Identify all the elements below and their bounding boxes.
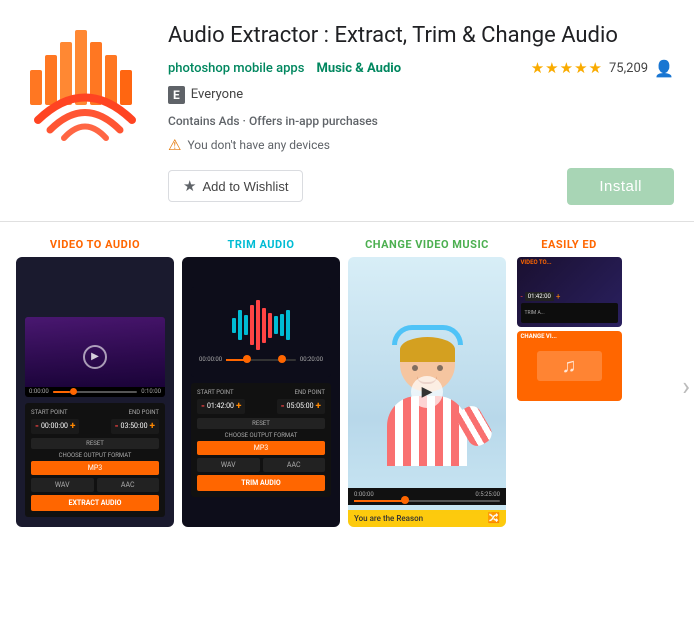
app-header: Audio Extractor : Extract, Trim & Change… <box>0 0 694 222</box>
screenshots-section: VIDEO TO AUDIO ▶ 0:00:00 0:10:00 <box>0 222 694 527</box>
start-point-label-1: START POINT <box>31 409 68 416</box>
screenshot-4: EASILY ED VIDEO TO... TRIM A... - 01:42:… <box>514 238 624 527</box>
star-rating: ★★★★★ <box>531 59 603 77</box>
choose-format-label-1: CHOOSE OUTPUT FORMAT <box>31 452 159 459</box>
app-meta-row: photoshop mobile apps Music & Audio ★★★★… <box>168 59 674 78</box>
screenshots-row: VIDEO TO AUDIO ▶ 0:00:00 0:10:00 <box>0 238 694 527</box>
mp3-btn-1[interactable]: MP3 <box>31 461 159 475</box>
rating-row: ★★★★★ 75,209 👤 <box>531 59 674 78</box>
screenshot-img-3[interactable]: ▶ 0:00:00 0:5:25:00 You are the Reason 🔀 <box>348 257 506 527</box>
warning-icon: ⚠ <box>168 136 181 154</box>
end-point-label-1: END POINT <box>129 409 159 416</box>
app-icon <box>20 20 150 150</box>
screenshot-label-1: VIDEO TO AUDIO <box>50 238 140 251</box>
screenshot-3: CHANGE VIDEO MUSIC <box>348 238 506 527</box>
screenshot-img-2[interactable]: 00:00:00 00:20:00 START POINT END POINT <box>182 257 340 527</box>
rated-icon: 👤 <box>654 59 674 78</box>
app-developer[interactable]: photoshop mobile apps <box>168 61 304 76</box>
song-label: You are the Reason <box>354 514 423 523</box>
title-rating-row: Audio Extractor : Extract, Trim & Change… <box>168 22 674 51</box>
no-devices-text: You don't have any devices <box>187 138 329 152</box>
screenshot-label-2: TRIM AUDIO <box>228 238 295 251</box>
app-title: Audio Extractor : Extract, Trim & Change… <box>168 22 618 51</box>
install-button[interactable]: Install <box>567 168 674 205</box>
app-info: Audio Extractor : Extract, Trim & Change… <box>168 20 674 205</box>
extract-audio-btn-1[interactable]: EXTRACT AUDIO <box>31 495 159 511</box>
mini-label-2: CHANGE VI... <box>521 333 557 340</box>
esrb-label: Everyone <box>191 87 243 102</box>
mini-label-1: VIDEO TO... <box>521 259 552 266</box>
screenshot-1: VIDEO TO AUDIO ▶ 0:00:00 0:10:00 <box>16 238 174 527</box>
esrb-row: E Everyone <box>168 86 674 104</box>
bookmark-icon: ★ <box>183 177 196 195</box>
wishlist-label: Add to Wishlist <box>202 179 288 194</box>
aac-btn-1[interactable]: AAC <box>97 478 160 492</box>
screenshot-label-3: CHANGE VIDEO MUSIC <box>365 238 489 251</box>
no-devices-row: ⚠ You don't have any devices <box>168 136 674 154</box>
wav-btn-1[interactable]: WAV <box>31 478 94 492</box>
esrb-badge: E <box>168 86 185 104</box>
wishlist-button[interactable]: ★ Add to Wishlist <box>168 170 303 202</box>
app-category[interactable]: Music & Audio <box>316 61 401 76</box>
reset-btn-1: RESET <box>31 438 159 449</box>
rating-count: 75,209 <box>609 61 648 76</box>
contains-ads: Contains Ads · Offers in-app purchases <box>168 114 674 128</box>
bottom-meta-row: ★ Add to Wishlist Install <box>168 168 674 205</box>
screenshot-img-1[interactable]: ▶ 0:00:00 0:10:00 START POINT <box>16 257 174 527</box>
screenshot-label-4: EASILY ED <box>541 238 596 251</box>
screenshot-2: TRIM AUDIO <box>182 238 340 527</box>
chevron-right-icon[interactable]: › <box>682 372 690 402</box>
app-icon-wrap <box>20 20 150 150</box>
